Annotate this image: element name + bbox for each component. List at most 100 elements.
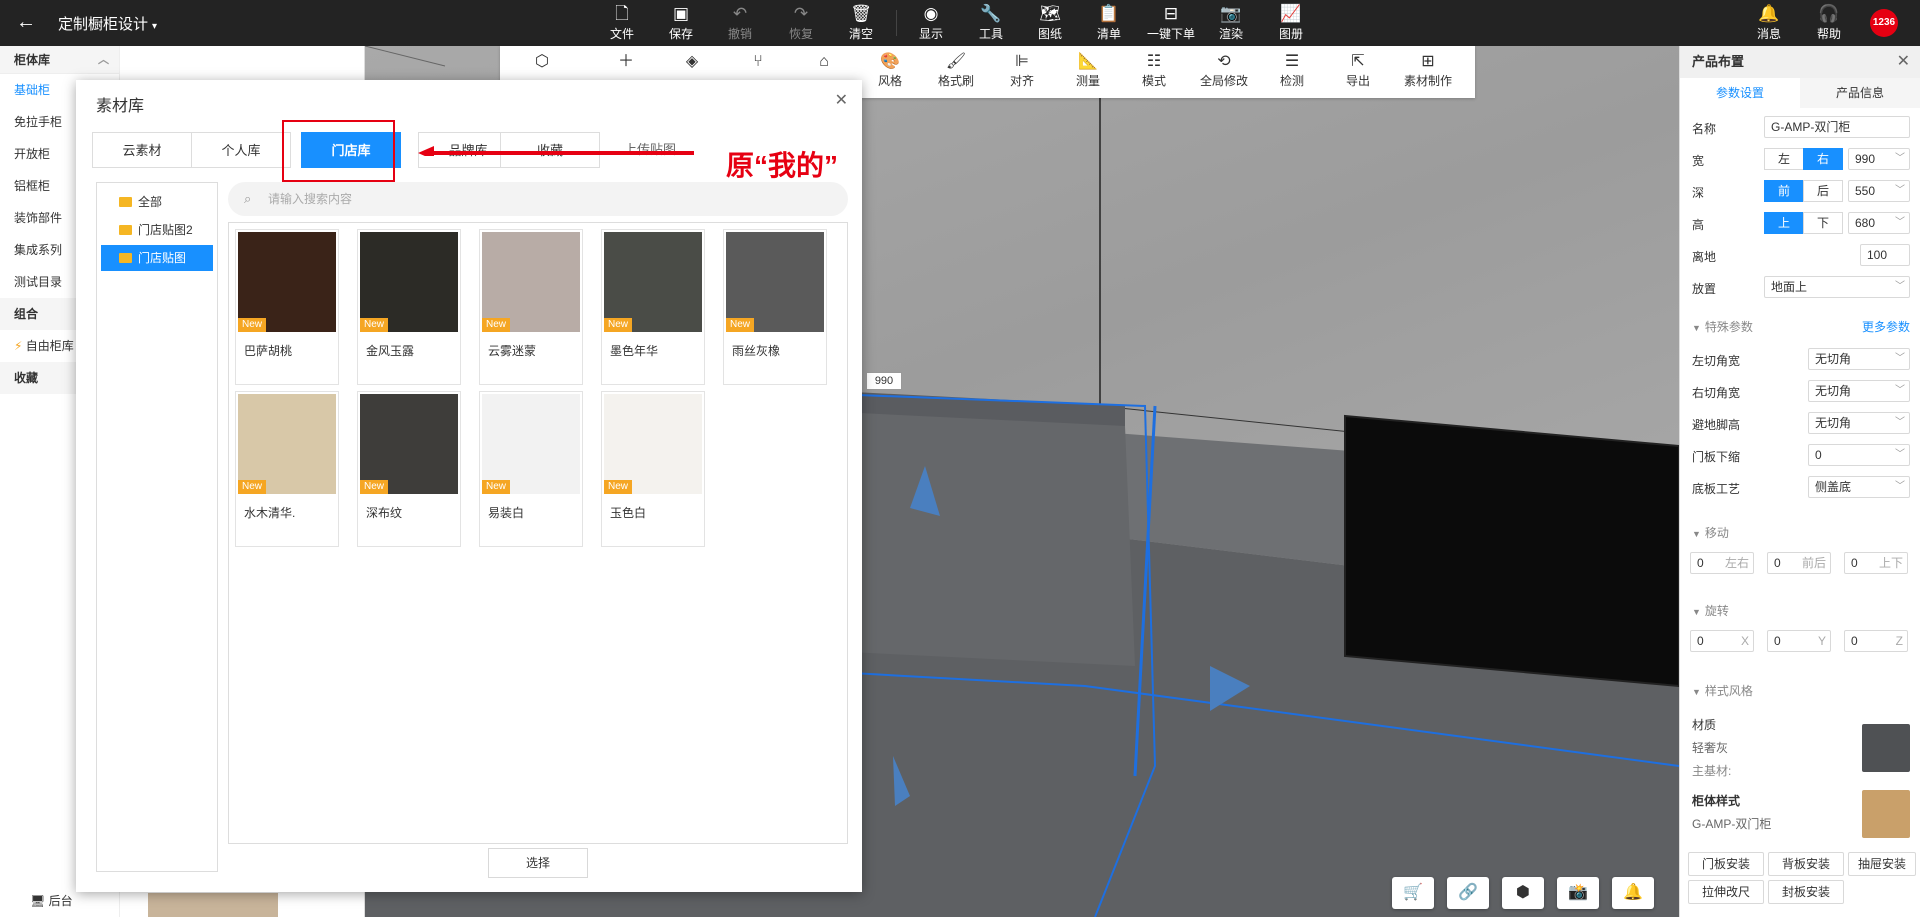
- save-button[interactable]: ▣ 保存: [655, 3, 707, 42]
- file-button[interactable]: 🗋 文件: [596, 3, 648, 42]
- depth-back-toggle[interactable]: 后: [1803, 180, 1843, 202]
- tab-personal-library[interactable]: 个人库: [191, 132, 291, 168]
- move-section-title[interactable]: ▼ 移动: [1692, 524, 1729, 541]
- material-card[interactable]: New 雨丝灰橡: [723, 229, 827, 385]
- rotate-z-field[interactable]: 0Z: [1844, 630, 1908, 652]
- width-left-toggle[interactable]: 左: [1764, 148, 1804, 170]
- ground-field[interactable]: 100: [1860, 244, 1910, 266]
- export-button[interactable]: ⇱ 导出: [1328, 52, 1388, 89]
- stretch-resize-button[interactable]: 拉伸改尺: [1688, 880, 1764, 904]
- rotate-x-field[interactable]: 0X: [1690, 630, 1754, 652]
- cabinet-thumbnail[interactable]: [148, 893, 278, 917]
- style-button[interactable]: 🎨 风格: [860, 52, 920, 89]
- tools-button[interactable]: 🔧 工具: [965, 3, 1017, 42]
- cube-view-button[interactable]: ⬢: [1502, 877, 1544, 909]
- clear-button[interactable]: 🗑 清空: [835, 3, 887, 42]
- search-icon: ⌕: [244, 191, 252, 206]
- cabinet-style-thumbnail[interactable]: [1862, 790, 1910, 838]
- close-icon[interactable]: ✕: [835, 90, 848, 110]
- cart-button[interactable]: 🛒: [1392, 877, 1434, 909]
- new-badge: New: [604, 318, 633, 332]
- search-input[interactable]: ⌕ 请输入搜索内容: [228, 182, 848, 216]
- select-button[interactable]: 选择: [488, 848, 588, 878]
- new-badge: New: [360, 318, 389, 332]
- more-params-link[interactable]: 更多参数: [1862, 318, 1910, 335]
- close-icon[interactable]: ✕: [1897, 46, 1910, 78]
- place-select[interactable]: 地面上 ﹀: [1764, 276, 1910, 298]
- material-card[interactable]: New 易装白: [479, 391, 583, 547]
- material-make-button[interactable]: ⊞ 素材制作: [1394, 52, 1462, 89]
- notify-button[interactable]: 🔔: [1612, 877, 1654, 909]
- material-swatch[interactable]: [1862, 724, 1910, 772]
- tab-cloud-materials[interactable]: 云素材: [92, 132, 192, 168]
- backend-link[interactable]: 🖥 后台: [30, 892, 73, 909]
- cabinet-library-header[interactable]: 柜体库 ︿: [0, 46, 119, 74]
- help-button[interactable]: 🎧 帮助: [1803, 3, 1855, 42]
- arrow-left-icon[interactable]: ←: [14, 10, 38, 34]
- detect-button[interactable]: ☰ 检测: [1262, 52, 1322, 89]
- special-params-title[interactable]: ▼ 特殊参数: [1692, 318, 1753, 335]
- width-select[interactable]: 990 ﹀: [1848, 148, 1910, 170]
- one-click-order-button[interactable]: ⊟ 一键下单: [1143, 3, 1199, 42]
- height-select[interactable]: 680 ﹀: [1848, 212, 1910, 234]
- rotate-y-field[interactable]: 0Y: [1767, 630, 1831, 652]
- mode-button[interactable]: ☷ 模式: [1124, 52, 1184, 89]
- tab-product-info[interactable]: 产品信息: [1800, 78, 1920, 108]
- height-down-toggle[interactable]: 下: [1803, 212, 1843, 234]
- param-select[interactable]: 侧盖底 ﹀: [1808, 476, 1910, 498]
- folder-item[interactable]: 门店贴图: [101, 245, 213, 271]
- param-select[interactable]: 无切角 ﹀: [1808, 380, 1910, 402]
- format-brush-button[interactable]: 🖌 格式刷: [926, 52, 986, 89]
- material-card[interactable]: New 深布纹: [357, 391, 461, 547]
- material-card[interactable]: New 云雾迷蒙: [479, 229, 583, 385]
- move-x-field[interactable]: 0 左右: [1690, 552, 1754, 574]
- move-y-field[interactable]: 0 前后: [1767, 552, 1831, 574]
- messages-button[interactable]: 🔔 消息: [1743, 3, 1795, 42]
- toolbar-divider: [896, 10, 897, 36]
- snapshot-button[interactable]: 📸: [1557, 877, 1599, 909]
- undo-button[interactable]: ↶ 撤销: [714, 3, 766, 42]
- material-card[interactable]: New 墨色年华: [601, 229, 705, 385]
- rotate-section-title[interactable]: ▼ 旋转: [1692, 602, 1729, 619]
- backboard-install-button[interactable]: 背板安装: [1768, 852, 1844, 876]
- album-button[interactable]: 📈 图册: [1265, 3, 1317, 42]
- material-card[interactable]: New 金风玉露: [357, 229, 461, 385]
- box-icon: ◈: [685, 53, 699, 70]
- param-select[interactable]: 无切角 ﹀: [1808, 348, 1910, 370]
- view-cube-button[interactable]: ⬡: [512, 52, 572, 72]
- folder-item[interactable]: 全部: [101, 189, 213, 215]
- material-card[interactable]: New 水木清华.: [235, 391, 339, 547]
- global-edit-button[interactable]: ⟲ 全局修改: [1190, 52, 1258, 89]
- list-button[interactable]: 📋 清单: [1083, 3, 1135, 42]
- param-select[interactable]: 0 ﹀: [1808, 444, 1910, 466]
- global-edit-icon: ⟲: [1217, 53, 1231, 70]
- redo-button[interactable]: ↷ 恢复: [775, 3, 827, 42]
- measure-button[interactable]: 📐 测量: [1058, 52, 1118, 89]
- app-title[interactable]: 定制橱柜设计 ▾: [58, 13, 157, 34]
- material-card[interactable]: New 巴萨胡桃: [235, 229, 339, 385]
- width-right-toggle[interactable]: 右: [1803, 148, 1843, 170]
- shape-button[interactable]: ⌂: [794, 52, 854, 72]
- move-z-field[interactable]: 0 上下: [1844, 552, 1908, 574]
- depth-select[interactable]: 550 ﹀: [1848, 180, 1910, 202]
- render-button[interactable]: 📷 渲染: [1205, 3, 1257, 42]
- box-button[interactable]: ◈: [662, 52, 722, 72]
- align-button[interactable]: ⊫ 对齐: [992, 52, 1052, 89]
- height-up-toggle[interactable]: 上: [1764, 212, 1804, 234]
- door-install-button[interactable]: 门板安装: [1688, 852, 1764, 876]
- name-field[interactable]: G-AMP-双门柜: [1764, 116, 1910, 138]
- link-button[interactable]: 🔗: [1447, 877, 1489, 909]
- depth-front-toggle[interactable]: 前: [1764, 180, 1804, 202]
- add-button[interactable]: ＋: [596, 52, 656, 72]
- display-button[interactable]: ◉ 显示: [905, 3, 957, 42]
- folder-item[interactable]: 门店贴图2: [101, 217, 213, 243]
- material-card[interactable]: New 玉色白: [601, 391, 705, 547]
- param-select[interactable]: 无切角 ﹀: [1808, 412, 1910, 434]
- drawer-install-button[interactable]: 抽屉安装: [1848, 852, 1916, 876]
- style-section-title[interactable]: ▼ 样式风格: [1692, 682, 1753, 699]
- seal-board-install-button[interactable]: 封板安装: [1768, 880, 1844, 904]
- drawings-button[interactable]: 🗺 图纸: [1024, 3, 1076, 42]
- furniture-button[interactable]: ⑂: [728, 52, 788, 72]
- tab-params[interactable]: 参数设置: [1680, 78, 1800, 108]
- avatar[interactable]: 1236: [1870, 9, 1898, 37]
